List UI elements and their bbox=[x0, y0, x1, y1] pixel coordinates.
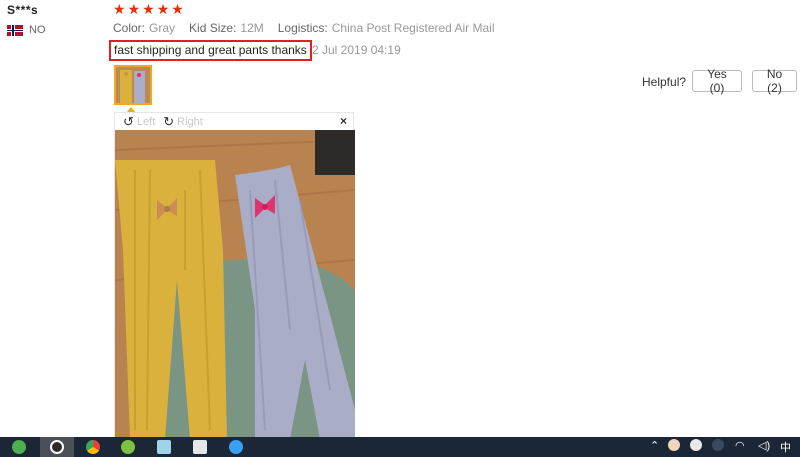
thumbnail-image bbox=[116, 67, 150, 103]
star-icon: ★ bbox=[156, 1, 170, 17]
tray-qq-icon[interactable] bbox=[690, 439, 702, 451]
viewer-toolbar: ↺ Left ↻ Right × bbox=[115, 113, 355, 130]
photos-icon[interactable] bbox=[193, 440, 207, 454]
os-taskbar: ⌃ ◠ ◁) 中 bbox=[0, 437, 800, 457]
review-photo bbox=[115, 130, 355, 439]
rotate-right-icon: ↻ bbox=[163, 113, 175, 129]
norway-flag-icon bbox=[7, 24, 23, 36]
rotate-left-button[interactable]: ↺ Left bbox=[123, 114, 155, 130]
notes-icon[interactable] bbox=[157, 440, 171, 454]
review-date: 2 Jul 2019 04:19 bbox=[312, 43, 401, 57]
input-method-indicator[interactable]: 中 bbox=[780, 439, 791, 455]
wifi-icon[interactable]: ◠ bbox=[735, 439, 745, 452]
feedback-text: fast shipping and great pants thanks bbox=[109, 40, 312, 61]
reviewer-name: S***s bbox=[7, 3, 39, 17]
star-icon: ★ bbox=[113, 1, 126, 17]
chrome-icon[interactable] bbox=[86, 440, 100, 454]
tray-app2-icon[interactable] bbox=[712, 439, 724, 451]
close-icon[interactable]: × bbox=[340, 114, 347, 128]
order-attributes: Color: Gray Kid Size: 12M Logistics: China … bbox=[113, 21, 495, 35]
browser-icon[interactable] bbox=[229, 440, 243, 454]
star-icon: ★ bbox=[127, 1, 141, 17]
attr-logistics: Logistics: China Post Registered Air Mail bbox=[277, 21, 495, 35]
rotate-left-icon: ↺ bbox=[123, 113, 134, 129]
reviewer-country: NO bbox=[7, 24, 46, 36]
music-icon[interactable] bbox=[50, 440, 64, 454]
attr-color: Color: Gray bbox=[113, 21, 176, 35]
volume-icon[interactable]: ◁) bbox=[758, 439, 770, 452]
helpful-label: Helpful? bbox=[642, 75, 687, 89]
country-code: NO bbox=[29, 24, 46, 36]
rotate-right-button[interactable]: ↻ Right bbox=[163, 114, 203, 130]
photo-thumbnail[interactable] bbox=[114, 65, 152, 105]
tray-app-icon[interactable] bbox=[668, 439, 680, 451]
star-icon: ★ bbox=[171, 1, 184, 17]
tray-chevron-up-icon[interactable]: ⌃ bbox=[650, 439, 659, 452]
wechat-icon[interactable] bbox=[121, 440, 135, 454]
helpful-no-button[interactable]: No (2) bbox=[752, 67, 797, 95]
ie-icon[interactable] bbox=[12, 440, 26, 454]
photo-viewer: ↺ Left ↻ Right × bbox=[114, 112, 355, 439]
helpful-yes-button[interactable]: Yes (0) bbox=[692, 67, 742, 95]
attr-kid-size: Kid Size: 12M bbox=[189, 21, 264, 35]
pants-photo-image bbox=[115, 130, 355, 439]
star-icon: ★ bbox=[142, 1, 155, 17]
star-rating: ★ ★ ★ ★ ★ bbox=[113, 1, 184, 17]
